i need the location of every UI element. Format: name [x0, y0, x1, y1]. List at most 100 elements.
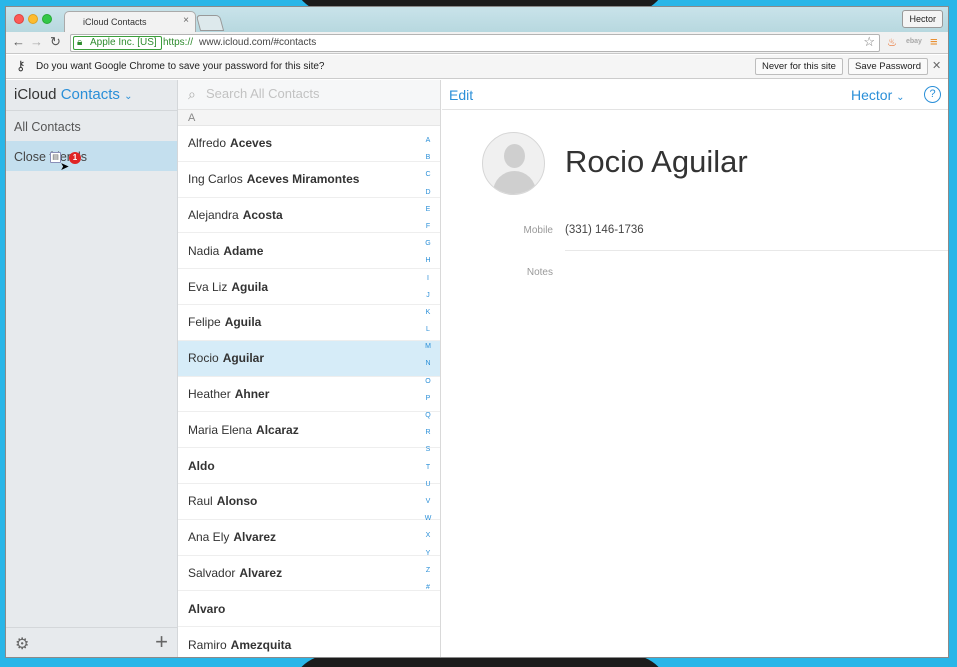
alphabet-letter[interactable]: Y [422, 545, 434, 562]
contact-last-name: Alvarez [239, 565, 283, 580]
alphabet-letter[interactable]: C [422, 166, 434, 183]
contact-first-name: Nadia [188, 243, 220, 258]
help-button[interactable]: ? [924, 86, 941, 103]
minimize-window-button[interactable] [28, 14, 38, 24]
alphabet-letter[interactable]: M [422, 338, 434, 355]
contact-last-name: Adame [223, 243, 264, 258]
user-menu[interactable]: Hector ⌄ [851, 87, 905, 103]
alphabet-letter[interactable]: P [422, 390, 434, 407]
alphabet-letter[interactable]: F [422, 218, 434, 235]
user-name: Hector [851, 87, 893, 103]
contact-first-name: Alejandra [188, 207, 239, 222]
alphabet-letter[interactable]: I [422, 270, 434, 287]
alphabet-letter[interactable]: D [422, 184, 434, 201]
contact-row[interactable]: Felipe Aguila [178, 305, 440, 341]
alphabet-letter[interactable]: Z [422, 562, 434, 579]
tab-close-icon[interactable]: × [183, 15, 189, 26]
groups-sidebar: iCloud Contacts ⌄ All Contacts Close fri… [6, 80, 178, 657]
contact-rows: Alfredo Aceves Ing Carlos Aceves Miramontes… [178, 126, 440, 657]
infobar-close-icon[interactable]: ✕ [932, 59, 941, 72]
contact-row[interactable]: Heather Ahner [178, 377, 440, 413]
mobile-value[interactable]: (331) 146-1736 [565, 224, 644, 236]
contact-first-name: Maria Elena [188, 422, 253, 437]
contact-first-name: Felipe [188, 315, 221, 330]
contact-row[interactable]: Rocio Aguilar [178, 340, 440, 377]
alphabet-letter[interactable]: X [422, 527, 434, 544]
alphabet-letter[interactable]: W [422, 510, 434, 527]
contact-row[interactable]: Ana Ely Alvarez [178, 520, 440, 556]
contact-last-name: Aguila [231, 279, 269, 294]
extension-ebay-icon[interactable]: ebay [906, 38, 922, 45]
tab-title: iCloud Contacts [83, 17, 147, 27]
alphabet-letter[interactable]: L [422, 321, 434, 338]
contacts-app: iCloud Contacts ⌄ All Contacts Close fri… [6, 80, 948, 657]
alphabet-letter[interactable]: R [422, 424, 434, 441]
never-for-site-button[interactable]: Never for this site [755, 58, 843, 75]
edit-button[interactable]: Edit [449, 87, 473, 103]
alphabet-letter[interactable]: U [422, 476, 434, 493]
contact-row[interactable]: Aldo [178, 448, 440, 484]
contact-last-name: Alcaraz [256, 422, 299, 437]
zoom-window-button[interactable] [42, 14, 52, 24]
alphabet-letter[interactable]: # [422, 579, 434, 596]
alphabet-letter[interactable]: O [422, 373, 434, 390]
alphabet-letter[interactable]: S [422, 441, 434, 458]
contact-row[interactable]: Ramiro Amezquita [178, 627, 440, 657]
url-scheme: https:// [163, 37, 194, 48]
save-password-button[interactable]: Save Password [848, 58, 929, 75]
bookmark-star-icon[interactable]: ☆ [863, 34, 875, 50]
group-all-contacts[interactable]: All Contacts [6, 110, 177, 140]
alphabet-letter[interactable]: Q [422, 407, 434, 424]
mouse-cursor-icon: ➤ [60, 161, 70, 173]
contact-last-name: Amezquita [230, 637, 292, 652]
ev-certificate-badge[interactable]: 🔒︎ Apple Inc. [US] [73, 36, 162, 50]
alphabet-letter[interactable]: A [422, 132, 434, 149]
alphabet-letter[interactable]: G [422, 235, 434, 252]
chevron-down-icon: ⌄ [124, 91, 133, 102]
contact-first-name: Heather [188, 386, 231, 401]
browser-window: iCloud Contacts × Hector ← → ↻ 🔒︎ Apple … [5, 6, 949, 658]
gear-icon[interactable]: ⚙ [15, 634, 29, 654]
contact-row[interactable]: Eva Liz Aguila [178, 269, 440, 305]
contact-row[interactable]: Alejandra Acosta [178, 198, 440, 234]
alphabet-letter[interactable]: H [422, 252, 434, 269]
new-tab-button[interactable] [195, 15, 225, 31]
alphabet-letter[interactable]: E [422, 201, 434, 218]
alphabet-letter[interactable]: V [422, 493, 434, 510]
close-window-button[interactable] [14, 14, 24, 24]
contact-last-name: Acosta [242, 207, 283, 222]
alphabet-letter[interactable]: B [422, 149, 434, 166]
address-bar[interactable]: 🔒︎ Apple Inc. [US] https:// www.icloud.c… [70, 34, 880, 52]
alphabet-letter[interactable]: K [422, 304, 434, 321]
contact-last-name: Alvarez [233, 530, 277, 545]
contact-last-name: Alvaro [188, 601, 226, 616]
contact-last-name: Aceves Miramontes [246, 172, 360, 187]
extension-fire-icon[interactable]: ♨ [887, 36, 897, 49]
chrome-menu-icon[interactable]: ≡ [930, 34, 938, 49]
alphabet-letter[interactable]: T [422, 459, 434, 476]
search-input[interactable] [206, 86, 406, 101]
contact-first-name: Raul [188, 494, 213, 509]
add-group-button[interactable]: + [155, 629, 168, 655]
forward-icon[interactable]: → [30, 34, 43, 50]
infobar-message: Do you want Google Chrome to save your p… [36, 61, 325, 72]
app-title[interactable]: iCloud Contacts ⌄ [14, 86, 132, 103]
contact-row[interactable]: Alvaro [178, 591, 440, 628]
group-close-friends[interactable]: Close friends ▤ 1 ➤ [6, 141, 177, 173]
lock-icon: 🔒︎ [77, 37, 83, 48]
contact-row[interactable]: Ing Carlos Aceves Miramontes [178, 162, 440, 198]
contact-name: Rocio Aguilar [565, 144, 748, 179]
reload-icon[interactable]: ↻ [50, 34, 61, 50]
avatar[interactable] [482, 132, 545, 195]
contact-row[interactable]: Maria Elena Alcaraz [178, 412, 440, 449]
contact-row[interactable]: Salvador Alvarez [178, 556, 440, 592]
browser-tab[interactable]: iCloud Contacts × [64, 11, 196, 32]
profile-button[interactable]: Hector [902, 10, 943, 28]
alphabet-letter[interactable]: J [422, 287, 434, 304]
alphabet-letter[interactable]: N [422, 355, 434, 372]
back-icon[interactable]: ← [12, 34, 25, 50]
contact-row[interactable]: Alfredo Aceves [178, 126, 440, 162]
contact-row[interactable]: Raul Alonso [178, 484, 440, 520]
contact-row[interactable]: Nadia Adame [178, 233, 440, 270]
detail-header: Edit Hector ⌄ ? [442, 80, 948, 110]
